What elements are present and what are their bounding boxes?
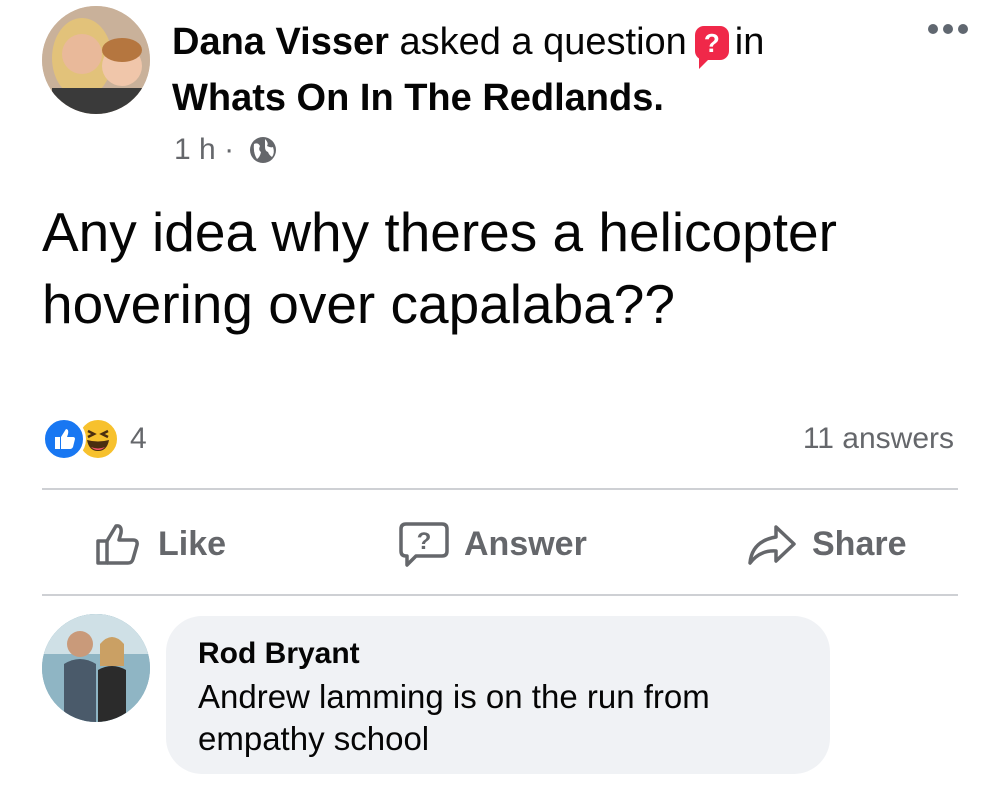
share-label: Share <box>812 524 907 563</box>
post-time[interactable]: 1 h <box>174 133 216 166</box>
divider-bottom <box>42 594 958 596</box>
in-text: in <box>734 21 765 63</box>
globe-icon <box>250 137 277 163</box>
answer-button[interactable]: ? Answer <box>398 516 587 572</box>
divider-top <box>42 488 958 490</box>
reaction-count: 4 <box>130 422 147 455</box>
like-reaction-icon <box>42 417 86 461</box>
question-badge-icon: ? <box>694 26 729 69</box>
meta-separator: · <box>224 133 235 166</box>
like-label: Like <box>158 524 227 563</box>
author-name[interactable]: Dana Visser <box>172 21 389 63</box>
commenter-avatar[interactable] <box>42 614 150 722</box>
thumbs-up-icon <box>96 524 139 565</box>
svg-text:?: ? <box>417 528 432 555</box>
more-options-icon[interactable] <box>923 18 968 38</box>
share-button[interactable]: Share <box>746 516 907 572</box>
commenter-name[interactable]: Rod Bryant <box>198 634 360 674</box>
like-button[interactable]: Like <box>94 516 226 572</box>
reactions-summary[interactable]: 4 <box>42 417 147 461</box>
post-header-line: Dana Visser asked a question? in <box>172 18 765 69</box>
answer-label: Answer <box>464 524 587 563</box>
question-text: Any idea why theres a helicopter hoverin… <box>42 201 837 335</box>
action-text: asked a question <box>399 21 687 63</box>
author-avatar[interactable] <box>42 6 150 114</box>
comment-text: Andrew lamming is on the run from empath… <box>198 678 710 757</box>
post-meta: 1 h · <box>174 132 278 168</box>
question-bubble-icon: ? <box>399 522 449 567</box>
share-arrow-icon <box>748 525 796 565</box>
answers-count[interactable]: 11 answers <box>803 418 954 460</box>
group-name[interactable]: Whats On In The Redlands. <box>172 74 664 122</box>
